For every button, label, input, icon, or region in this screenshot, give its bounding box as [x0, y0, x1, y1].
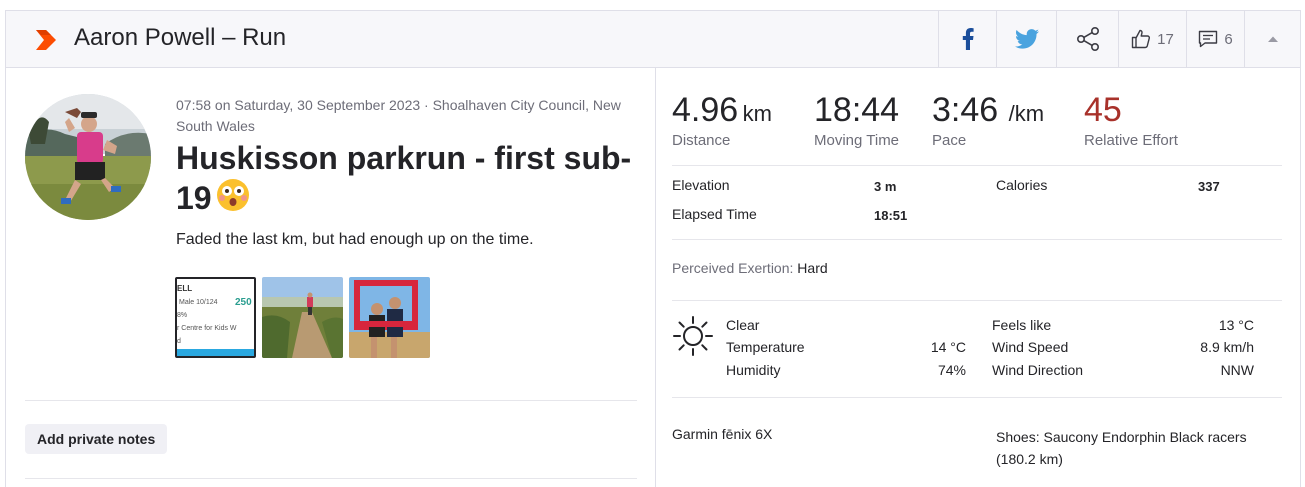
elapsed-value: 18:51: [874, 208, 908, 223]
pace-value: 3:46: [932, 91, 999, 129]
header-toolbar: 17 6: [938, 11, 1300, 67]
shoes-info[interactable]: Shoes: Saucony Endorphin Black racers (1…: [996, 426, 1247, 470]
activity-meta: 07:58 on Saturday, 30 September 2023 · S…: [176, 97, 621, 134]
pace-label: Pace: [932, 132, 967, 149]
wind-direction-value: NNW: [1220, 362, 1254, 378]
activity-header: Aaron Powell – Run 17 6: [6, 11, 1300, 68]
device-name[interactable]: Garmin fēnix 6X: [672, 426, 772, 442]
photo-text: d: [177, 338, 181, 345]
feels-like-value: 13 °C: [1218, 317, 1254, 333]
moving-time-label: Moving Time: [814, 132, 900, 149]
shoes-distance: (180.2 km): [996, 451, 1063, 467]
distance-label: Distance: [672, 132, 731, 149]
elevation-value: 3 m: [874, 179, 897, 194]
kudos-button[interactable]: 17: [1118, 11, 1186, 67]
feels-like-label: Feels like: [992, 317, 1052, 333]
divider: [672, 165, 1282, 166]
calories-label: Calories: [996, 177, 1048, 193]
effort-value: 45: [1084, 91, 1122, 129]
divider: [672, 397, 1282, 398]
stat-moving-time: 18:44 Moving Time: [814, 90, 899, 149]
calories-value: 337: [1198, 179, 1220, 194]
collapse-caret-icon: [1267, 36, 1278, 42]
photo-text: 250: [235, 297, 252, 308]
twitter-icon: [1014, 29, 1039, 49]
facebook-share-button[interactable]: [938, 11, 996, 67]
humidity-value: 74%: [937, 362, 966, 378]
run-sport-icon: [36, 30, 56, 50]
wind-speed-value: 8.9 km/h: [1200, 339, 1254, 355]
comments-button[interactable]: 6: [1186, 11, 1244, 67]
wind-speed-label: Wind Speed: [992, 339, 1069, 355]
comments-count: 6: [1224, 30, 1233, 48]
activity-card: Aaron Powell – Run 17 6 07:58 on Saturda…: [5, 10, 1301, 487]
divider: [25, 400, 637, 401]
kudos-thumb-icon: [1131, 29, 1151, 49]
photo-thumbnail-frame[interactable]: [349, 277, 430, 358]
photo-text: ELL: [177, 284, 193, 293]
kudos-count: 17: [1157, 30, 1174, 48]
humidity-label: Humidity: [726, 362, 781, 378]
elapsed-label: Elapsed Time: [672, 206, 757, 222]
pace-unit: /km: [1008, 101, 1045, 126]
avatar[interactable]: [25, 94, 151, 220]
shocked-face-emoji: [216, 179, 249, 211]
page-title: Aaron Powell – Run: [74, 24, 287, 51]
temperature-label: Temperature: [726, 339, 805, 355]
collapse-button[interactable]: [1244, 11, 1300, 67]
activity-name: Huskisson parkrun - first sub-19: [176, 138, 636, 218]
perceived-exertion-value: Hard: [797, 260, 828, 276]
stat-relative-effort[interactable]: 45 Relative Effort: [1084, 90, 1178, 149]
activity-summary: 07:58 on Saturday, 30 September 2023 · S…: [6, 68, 656, 487]
activity-stats: 4.96 km Distance 18:44 Moving Time 3:46 …: [656, 68, 1302, 487]
add-private-notes-button[interactable]: Add private notes: [25, 424, 168, 454]
wind-direction-label: Wind Direction: [992, 362, 1084, 378]
distance-value: 4.96: [672, 91, 739, 129]
elevation-label: Elevation: [672, 177, 730, 193]
effort-label: Relative Effort: [1084, 132, 1178, 149]
sun-icon: [673, 316, 713, 356]
comment-icon: [1199, 30, 1218, 48]
shoes-name: Shoes: Saucony Endorphin Black racers: [996, 429, 1247, 445]
twitter-share-button[interactable]: [996, 11, 1056, 67]
photo-text: r Centre for Kids W: [177, 325, 237, 332]
moving-time-value: 18:44: [814, 91, 900, 129]
divider: [672, 300, 1282, 301]
share-button[interactable]: [1056, 11, 1118, 67]
weather-condition: Clear: [726, 317, 760, 333]
distance-unit: km: [742, 101, 772, 126]
facebook-icon: [962, 28, 974, 50]
photo-text: 8%: [177, 312, 188, 319]
temperature-value: 14 °C: [930, 339, 966, 355]
stat-pace: 3:46 /km Pace: [932, 90, 1044, 149]
photo-text: Male 10/124: [179, 299, 218, 306]
divider: [25, 478, 637, 479]
stat-distance: 4.96 km Distance: [672, 90, 772, 149]
divider: [672, 239, 1282, 240]
share-icon: [1076, 26, 1099, 51]
photo-strip: ELL Male 10/124 250 8% r Centre for Kids…: [175, 277, 430, 358]
perceived-exertion-label: Perceived Exertion:: [672, 260, 794, 276]
activity-description: Faded the last km, but had enough up on …: [176, 231, 534, 248]
perceived-exertion: Perceived Exertion: Hard: [672, 260, 828, 276]
photo-thumbnail-trail[interactable]: [262, 277, 343, 358]
photo-thumbnail-results[interactable]: ELL Male 10/124 250 8% r Centre for Kids…: [175, 277, 256, 358]
